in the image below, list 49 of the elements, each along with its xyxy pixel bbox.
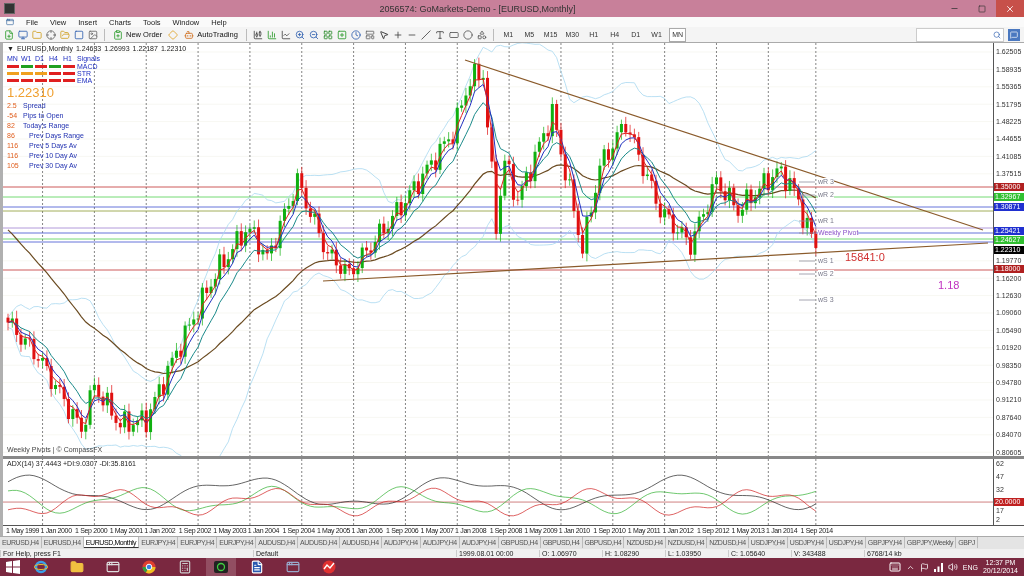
candlestick-chart-icon[interactable] — [252, 29, 263, 40]
zoom-out-icon[interactable] — [308, 29, 319, 40]
close-icon — [1005, 3, 1015, 14]
pivot-marker — [798, 181, 816, 183]
monitor-icon[interactable] — [18, 29, 28, 40]
message-icon — [1010, 30, 1018, 39]
window-icon[interactable] — [6, 18, 14, 27]
current-price: 1.22310 — [7, 85, 55, 101]
app-icon[interactable] — [206, 558, 236, 576]
robot-icon — [184, 29, 195, 40]
pivot-marker — [798, 194, 816, 196]
window-title: 2056574: GoMarkets-Demo - [EURUSD,Monthly] — [378, 3, 577, 14]
search-field[interactable] — [916, 27, 1004, 42]
maximize-icon — [978, 4, 986, 13]
pivot-marker — [798, 260, 816, 262]
crosshair-plus-icon[interactable] — [392, 29, 403, 40]
flag-icon[interactable] — [919, 562, 929, 572]
zoom-in-icon[interactable] — [294, 29, 305, 40]
message-button[interactable] — [1008, 28, 1020, 41]
pivot-marker — [798, 220, 816, 222]
line-chart-icon[interactable] — [280, 29, 291, 40]
rectangle-icon[interactable] — [448, 29, 459, 40]
shapes-icon[interactable] — [476, 29, 487, 40]
clock-icon[interactable] — [350, 29, 361, 40]
search-icon — [993, 30, 1001, 39]
pivot-marker — [798, 273, 816, 275]
clipboard-plus-icon — [113, 29, 123, 40]
close-button[interactable] — [996, 0, 1024, 17]
windows-logo-icon[interactable] — [6, 560, 20, 574]
target-label: 1.18 — [938, 279, 960, 292]
mouse-pointer-icon[interactable] — [378, 29, 389, 40]
text-tool-icon[interactable] — [434, 29, 445, 40]
column-chart-icon[interactable] — [266, 29, 277, 40]
counter-label: 15841:0 — [845, 251, 885, 264]
square-plus-icon[interactable] — [336, 29, 347, 40]
app-icon — [4, 3, 15, 14]
crosshair-icon[interactable] — [46, 29, 56, 40]
image-icon[interactable] — [88, 29, 98, 40]
keyboard-icon[interactable] — [888, 561, 901, 573]
signal-icon[interactable] — [933, 562, 943, 572]
square-icon[interactable] — [74, 29, 84, 40]
pivot-marker — [798, 299, 816, 301]
pivot-marker — [798, 232, 816, 234]
slash-icon[interactable] — [420, 29, 431, 40]
template-icon[interactable] — [364, 29, 375, 40]
ellipse-icon[interactable] — [462, 29, 473, 40]
volume-icon[interactable] — [947, 562, 958, 572]
grid-icon[interactable] — [322, 29, 333, 40]
file-plus-icon[interactable] — [4, 29, 14, 40]
